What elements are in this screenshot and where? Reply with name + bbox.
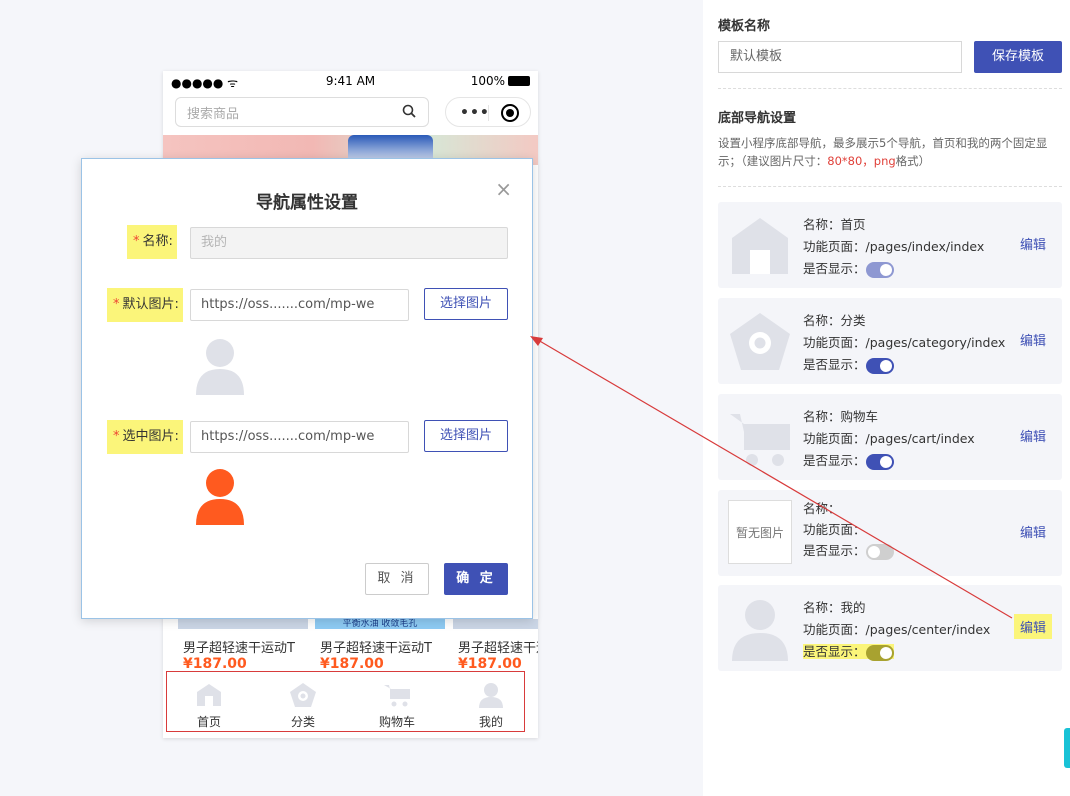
close-target-icon[interactable] [501, 104, 519, 122]
show-toggle[interactable] [865, 453, 894, 470]
show-toggle[interactable] [865, 357, 894, 374]
selected-image-url-field[interactable]: https://oss.......com/mp-we [190, 421, 409, 453]
show-toggle[interactable] [865, 543, 894, 560]
home-icon [197, 684, 221, 706]
show-toggle[interactable] [865, 261, 894, 278]
template-name-input[interactable]: 默认模板 [718, 41, 962, 73]
more-icon[interactable]: ••• [460, 105, 490, 121]
tab-home[interactable]: 首页 [174, 682, 244, 730]
product-card[interactable]: 男子超轻速干运动T ¥187.00 [453, 619, 538, 675]
bottom-tab-bar: 首页 分类 购物车 我的 [166, 671, 525, 732]
tab-category[interactable]: 分类 [268, 682, 338, 730]
floating-side-tab[interactable] [1064, 728, 1070, 768]
close-icon[interactable]: × [495, 177, 512, 201]
cart-icon [384, 685, 410, 707]
no-image-placeholder: 暂无图片 [728, 500, 792, 564]
edit-button[interactable]: 编辑 [1020, 330, 1046, 349]
product-card[interactable]: 平衡水油 收敛毛孔 男子超轻速干运动T ¥187.00 [315, 619, 445, 675]
nav-item-name: 首页 [840, 217, 866, 232]
name-label: * 名称: [127, 225, 177, 259]
search-input[interactable]: 搜索商品 [175, 97, 429, 127]
battery-indicator: 100% [471, 74, 530, 88]
product-list: 男子超轻速干运动T ¥187.00 平衡水油 收敛毛孔 男子超轻速干运动T ¥1… [163, 619, 538, 675]
product-price: ¥187.00 [458, 656, 522, 672]
product-tag: 平衡水油 收敛毛孔 [315, 619, 445, 629]
nav-item-card: 名称：首页 功能页面：/pages/index/index 是否显示： 编辑 [718, 202, 1062, 288]
confirm-button[interactable]: 确 定 [444, 563, 508, 595]
name-field[interactable]: 我的 [190, 227, 508, 259]
default-avatar-image [196, 339, 244, 395]
cancel-button[interactable]: 取 消 [365, 563, 429, 595]
dialog-title: 导航属性设置 [256, 193, 358, 213]
product-name: 男子超轻速干运动T [183, 641, 295, 656]
nav-item-card: 名称：购物车 功能页面：/pages/cart/index 是否显示： 编辑 [718, 394, 1062, 480]
settings-panel: 模板名称 默认模板 保存模板 底部导航设置 设置小程序底部导航，最多展示5个导航… [703, 0, 1070, 796]
tab-cart[interactable]: 购物车 [362, 682, 432, 730]
product-price: ¥187.00 [320, 656, 384, 672]
battery-icon [508, 76, 530, 86]
nav-property-dialog: 导航属性设置 × * 名称: 我的 * 默认图片: https://oss.....… [81, 158, 533, 619]
user-icon [732, 600, 788, 661]
default-image-url-field[interactable]: https://oss.......com/mp-we [190, 289, 409, 321]
bottom-nav-description: 设置小程序底部导航，最多展示5个导航，首页和我的两个固定显示；（建议图片尺寸：8… [718, 136, 1048, 168]
nav-item-page: /pages/cart/index [865, 431, 975, 446]
edit-button[interactable]: 编辑 [1020, 522, 1046, 541]
nav-item-card: 名称：分类 功能页面：/pages/category/index 是否显示： 编… [718, 298, 1062, 384]
nav-item-name: 购物车 [840, 409, 879, 424]
product-name: 男子超轻速干运动T [320, 641, 432, 656]
nav-item-card: 暂无图片 名称： 功能页面： 是否显示： 编辑 [718, 490, 1062, 576]
search-icon [402, 104, 416, 118]
template-name-heading: 模板名称 [718, 19, 771, 34]
save-template-button[interactable]: 保存模板 [974, 41, 1062, 73]
mini-program-capsule[interactable]: ••• [445, 97, 531, 127]
product-card[interactable]: 男子超轻速干运动T ¥187.00 [178, 619, 308, 675]
edit-button[interactable]: 编辑 [1013, 614, 1052, 639]
default-image-label: * 默认图片: [107, 288, 183, 322]
category-icon [290, 683, 316, 707]
edit-button[interactable]: 编辑 [1020, 426, 1046, 445]
status-bar: ●●●●● ᯤ 9:41 AM 100% [163, 71, 538, 91]
selected-image-label: * 选中图片: [107, 420, 183, 454]
category-icon [730, 313, 790, 370]
nav-item-name: 分类 [840, 313, 866, 328]
home-icon [732, 218, 788, 274]
product-name: 男子超轻速干运动T [458, 641, 538, 656]
nav-item-page: /pages/category/index [865, 335, 1006, 350]
nav-item-page: /pages/center/index [865, 622, 991, 637]
tab-me[interactable]: 我的 [456, 682, 526, 730]
choose-selected-image-button[interactable]: 选择图片 [424, 420, 508, 452]
nav-item-card: 名称：我的 功能页面：/pages/center/index 是否显示： 编辑 [718, 585, 1062, 671]
choose-default-image-button[interactable]: 选择图片 [424, 288, 508, 320]
user-icon [479, 683, 503, 708]
cart-icon [730, 414, 790, 466]
nav-item-name: 我的 [840, 600, 866, 615]
edit-button[interactable]: 编辑 [1020, 234, 1046, 253]
selected-avatar-image [196, 469, 244, 525]
product-price: ¥187.00 [183, 656, 247, 672]
bottom-nav-heading: 底部导航设置 [718, 111, 797, 126]
nav-item-page: /pages/index/index [865, 239, 985, 254]
show-toggle[interactable] [865, 644, 894, 661]
